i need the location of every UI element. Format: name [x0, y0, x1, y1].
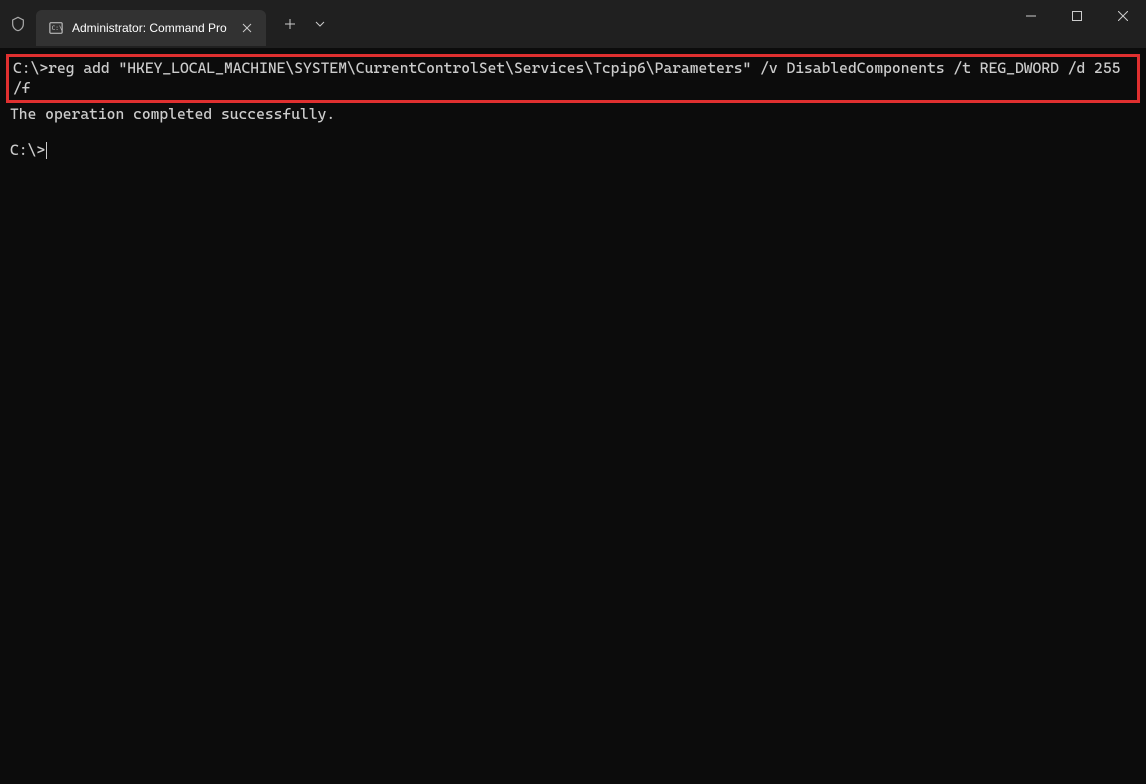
highlight-annotation: C:\>reg add "HKEY_LOCAL_MACHINE\SYSTEM\C…: [6, 54, 1140, 103]
active-tab[interactable]: C:\ Administrator: Command Pro: [36, 10, 266, 46]
tab-title: Administrator: Command Pro: [72, 21, 230, 35]
command-line: C:\>reg add "HKEY_LOCAL_MACHINE\SYSTEM\C…: [13, 59, 1133, 98]
tab-close-button[interactable]: [238, 19, 256, 37]
terminal-content[interactable]: C:\>reg add "HKEY_LOCAL_MACHINE\SYSTEM\C…: [0, 48, 1146, 168]
prompt: C:\>: [10, 141, 45, 159]
output-line: The operation completed successfully.: [10, 105, 1136, 125]
maximize-button[interactable]: [1054, 0, 1100, 32]
prompt-line: C:\>: [10, 141, 1136, 161]
titlebar-left: C:\ Administrator: Command Pro: [0, 0, 334, 48]
tab-dropdown-button[interactable]: [306, 8, 334, 40]
minimize-button[interactable]: [1008, 0, 1054, 32]
svg-text:C:\: C:\: [52, 25, 63, 32]
prompt: C:\>: [13, 59, 48, 77]
command-text: reg add "HKEY_LOCAL_MACHINE\SYSTEM\Curre…: [13, 59, 1129, 97]
shield-icon: [0, 0, 36, 48]
cursor: [46, 142, 47, 159]
terminal-icon: C:\: [48, 20, 64, 36]
window-controls: [1008, 0, 1146, 48]
new-tab-button[interactable]: [274, 8, 306, 40]
close-button[interactable]: [1100, 0, 1146, 32]
titlebar: C:\ Administrator: Command Pro: [0, 0, 1146, 48]
